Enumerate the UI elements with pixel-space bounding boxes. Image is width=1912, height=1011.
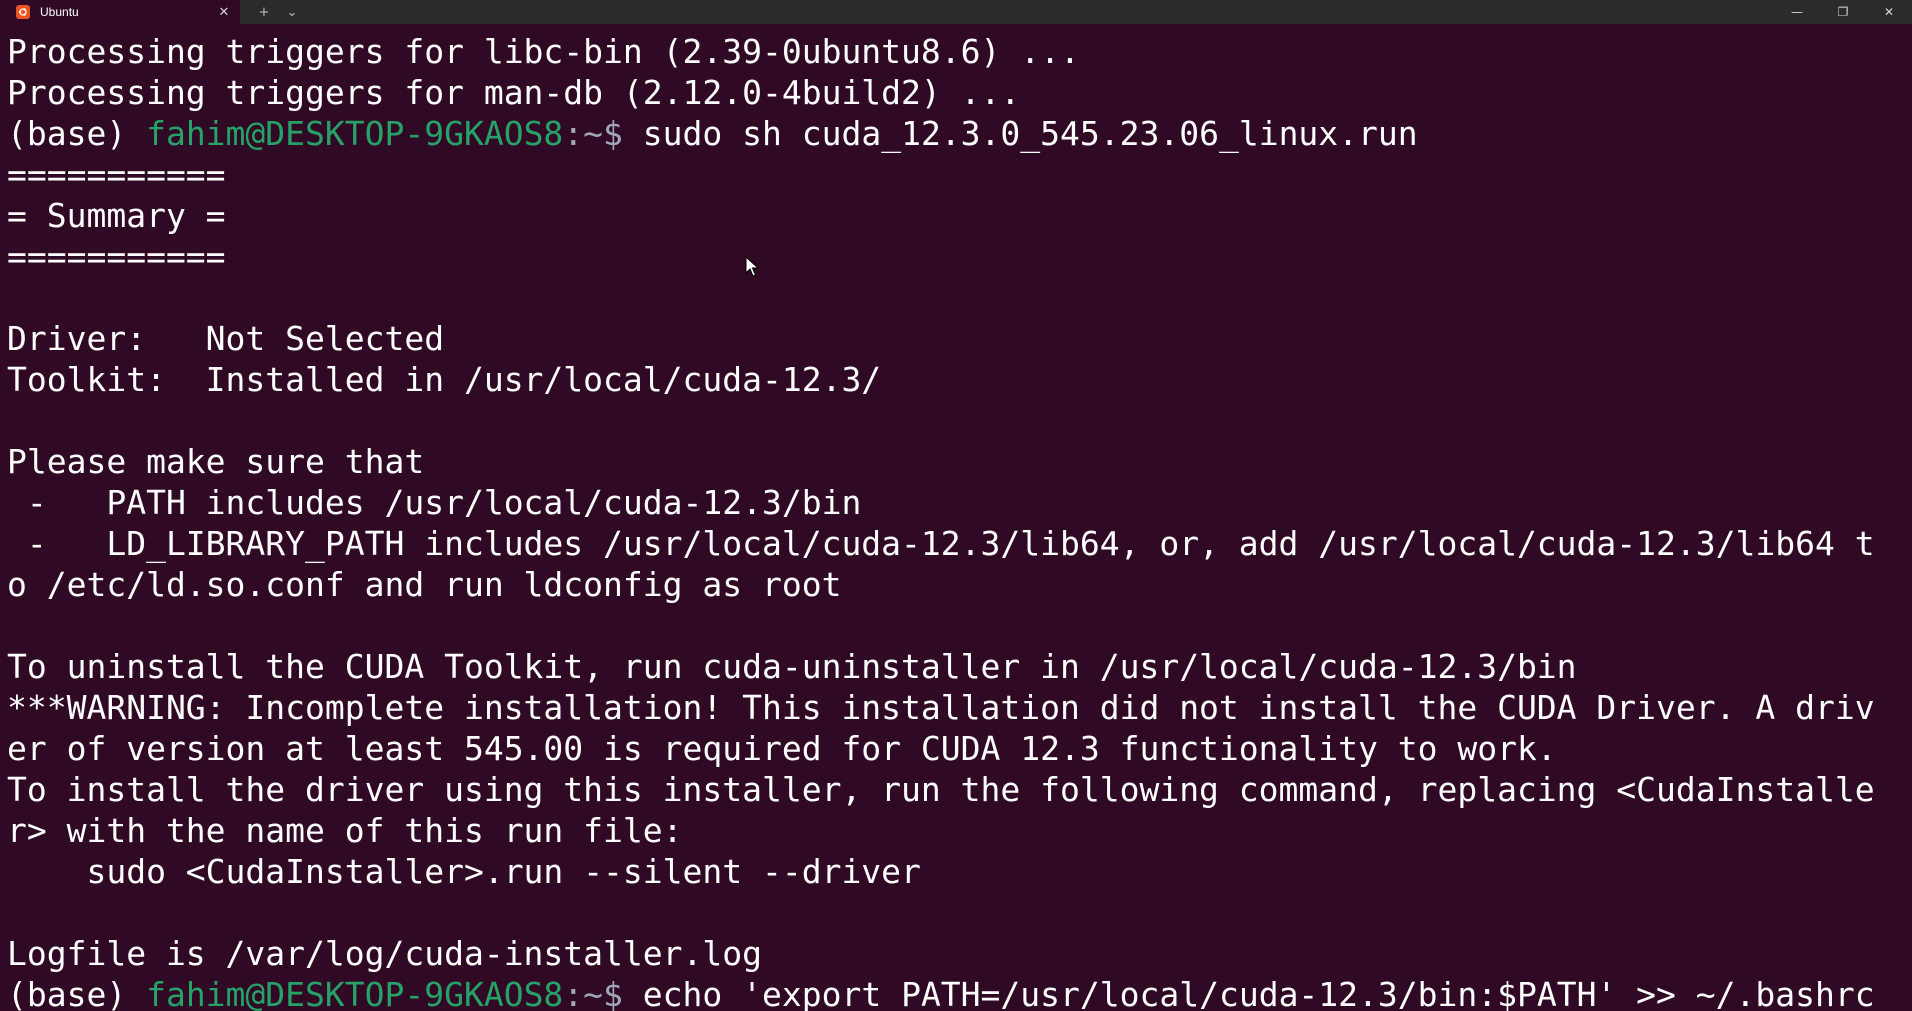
prompt-user-host: fahim@DESKTOP-9GKAOS8	[146, 975, 564, 1011]
tab-dropdown-chevron-down-icon[interactable]: ⌄	[278, 0, 306, 24]
terminal-line: To install the driver using this install…	[7, 770, 1875, 809]
tab-close-icon[interactable]: ✕	[214, 2, 234, 22]
prompt-command: echo 'export PATH=/usr/local/cuda-12.3/b…	[642, 975, 1875, 1011]
prompt-path: :~$	[563, 114, 643, 153]
prompt-command: sudo sh cuda_12.3.0_545.23.06_linux.run	[642, 114, 1418, 153]
terminal-line: To uninstall the CUDA Toolkit, run cuda-…	[7, 647, 1577, 686]
terminal-line: sudo <CudaInstaller>.run --silent --driv…	[7, 852, 921, 891]
terminal-line: Logfile is /var/log/cuda-installer.log	[7, 934, 762, 973]
terminal-line: Processing triggers for libc-bin (2.39-0…	[7, 32, 1080, 71]
prompt-line: (base) fahim@DESKTOP-9GKAOS8:~$ echo 'ex…	[7, 974, 1912, 1011]
terminal-line: Driver: Not Selected	[7, 319, 445, 358]
prompt-line: (base) fahim@DESKTOP-9GKAOS8:~$ sudo sh …	[7, 113, 1912, 154]
terminal-line: er of version at least 545.00 is require…	[7, 729, 1557, 768]
mouse-pointer-icon	[745, 255, 761, 278]
terminal-line: = Summary =	[7, 196, 226, 235]
terminal-line: - PATH includes /usr/local/cuda-12.3/bin	[7, 483, 862, 522]
terminal-line: r> with the name of this run file:	[7, 811, 683, 850]
terminal-line: ===========	[7, 155, 226, 194]
prompt-user-host: fahim@DESKTOP-9GKAOS8	[146, 114, 564, 153]
prompt-path: :~$	[563, 975, 643, 1011]
terminal-line: ===========	[7, 237, 226, 276]
conda-env-label: (base)	[7, 975, 147, 1011]
ubuntu-logo-icon	[16, 5, 30, 19]
tab-title: Ubuntu	[40, 5, 79, 19]
minimize-button[interactable]: —	[1774, 0, 1820, 24]
title-bar-drag-area[interactable]	[306, 0, 1774, 24]
title-bar: Ubuntu ✕ + ⌄ — ❐ ✕	[0, 0, 1912, 24]
close-window-button[interactable]: ✕	[1866, 0, 1912, 24]
terminal-line: Toolkit: Installed in /usr/local/cuda-12…	[7, 360, 882, 399]
terminal-line: Please make sure that	[7, 442, 425, 481]
new-tab-button[interactable]: +	[250, 0, 278, 24]
terminal-line: - LD_LIBRARY_PATH includes /usr/local/cu…	[7, 524, 1875, 563]
conda-env-label: (base)	[7, 114, 147, 153]
tab-ubuntu[interactable]: Ubuntu ✕	[0, 0, 240, 24]
terminal-window: Ubuntu ✕ + ⌄ — ❐ ✕ Processing triggers f…	[0, 0, 1912, 1011]
maximize-button[interactable]: ❐	[1820, 0, 1866, 24]
terminal-line: ***WARNING: Incomplete installation! Thi…	[7, 688, 1875, 727]
terminal-output[interactable]: Processing triggers for libc-bin (2.39-0…	[0, 24, 1912, 1011]
terminal-line: o /etc/ld.so.conf and run ldconfig as ro…	[7, 565, 842, 604]
terminal-line: Processing triggers for man-db (2.12.0-4…	[7, 73, 1021, 112]
